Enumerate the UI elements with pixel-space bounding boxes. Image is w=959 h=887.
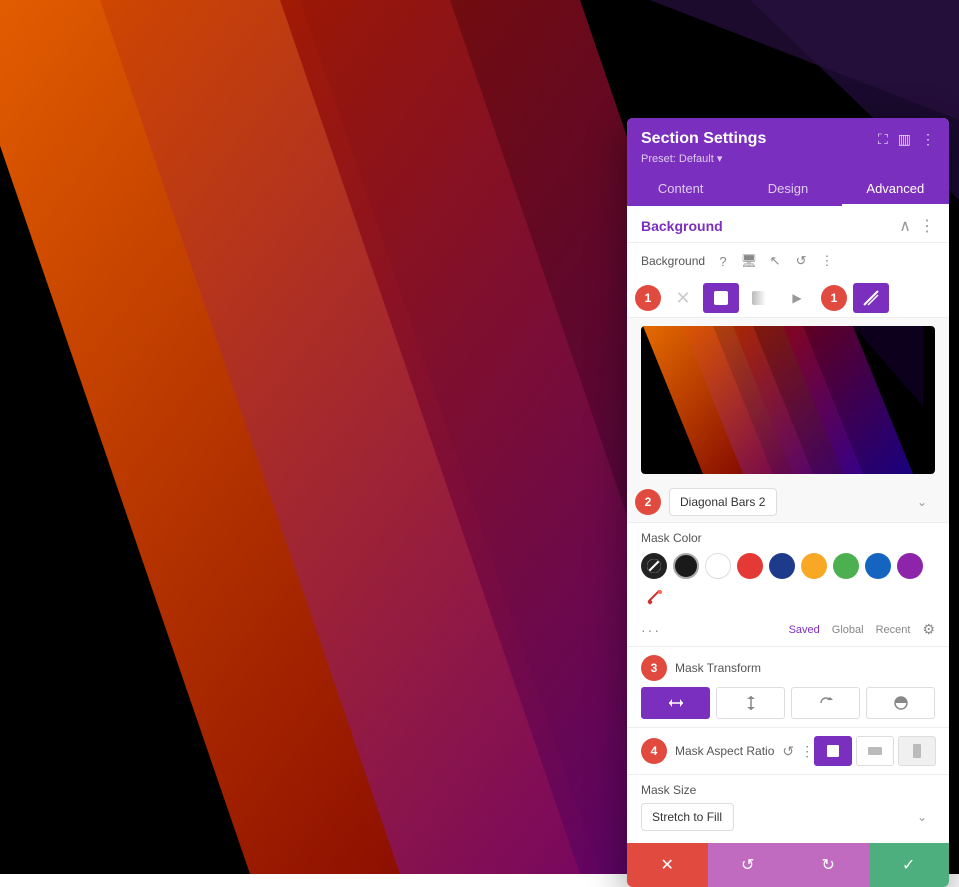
mask-aspect-label: Mask Aspect Ratio [675, 744, 774, 758]
type-video-btn[interactable]: ▶ [779, 283, 815, 313]
invert-btn[interactable] [866, 687, 935, 719]
color-swatch-green[interactable] [833, 553, 859, 579]
background-row-label: Background [641, 254, 705, 268]
undo-icon: ↺ [741, 855, 754, 875]
color-swatch-none[interactable] [641, 553, 667, 579]
background-section-header: Background ∧ ⋮ [627, 206, 949, 243]
more-icon[interactable]: ⋮ [921, 131, 935, 148]
mask-transform-header: 3 Mask Transform [641, 655, 935, 681]
panel-header: Section Settings ⛶ ▥ ⋮ Preset: Default ▾ [627, 118, 949, 173]
aspect-buttons [814, 736, 936, 766]
mask-size-section: Mask Size Stretch to Fill Tile Fit [627, 774, 949, 843]
panel-body: Background ∧ ⋮ Background ? 🖥 ↖ ↺ ⋮ 1 [627, 206, 949, 843]
tab-design[interactable]: Design [734, 173, 841, 206]
step3-badge: 3 [641, 655, 667, 681]
step1-badge: 1 [635, 285, 661, 311]
color-swatch-darkblue[interactable] [769, 553, 795, 579]
color-swatch-blue[interactable] [865, 553, 891, 579]
reset-icon[interactable]: ↺ [791, 251, 811, 271]
preset-label[interactable]: Preset: Default ▾ [641, 152, 935, 165]
color-picker-btn[interactable] [641, 585, 667, 611]
step4-badge: 4 [641, 738, 667, 764]
aspect-reset-icon[interactable]: ↺ [782, 743, 794, 760]
mask-aspect-section: 4 Mask Aspect Ratio ↺ ⋮ [627, 727, 949, 774]
settings-panel: Section Settings ⛶ ▥ ⋮ Preset: Default ▾… [627, 118, 949, 887]
panel-footer: ✕ ↺ ↻ ✓ [627, 843, 949, 887]
mask-aspect-row: 4 Mask Aspect Ratio ↺ ⋮ [641, 736, 935, 766]
saved-tabs: ··· Saved Global Recent ⚙ [641, 617, 935, 638]
type-pattern-btn[interactable] [853, 283, 889, 313]
expand-icon[interactable]: ⛶ [878, 131, 888, 148]
transform-buttons [641, 687, 935, 719]
global-tab[interactable]: Global [832, 624, 864, 636]
pattern-select-wrapper: Diagonal Bars 1 Diagonal Bars 2 Diagonal… [669, 488, 935, 516]
tab-content[interactable]: Content [627, 173, 734, 206]
flip-v-btn[interactable] [716, 687, 785, 719]
aspect-square-btn[interactable] [814, 736, 852, 766]
color-swatch-purple[interactable] [897, 553, 923, 579]
type-gradient-btn[interactable] [741, 283, 777, 313]
help-icon[interactable]: ? [713, 251, 733, 271]
type-step-btn[interactable]: 1 [821, 285, 847, 311]
dots-icon[interactable]: ··· [641, 622, 661, 638]
redo-icon: ↻ [822, 855, 835, 875]
badge1-wrapper: 1 [627, 285, 663, 311]
color-settings-icon[interactable]: ⚙ [922, 621, 935, 638]
panel-header-icons: ⛶ ▥ ⋮ [878, 131, 935, 148]
aspect-portrait-btn[interactable] [898, 736, 936, 766]
flip-h-btn[interactable] [641, 687, 710, 719]
mask-size-select[interactable]: Stretch to Fill Tile Fit [641, 803, 734, 831]
saved-tab[interactable]: Saved [789, 624, 820, 636]
mask-color-section: Mask Color [627, 522, 949, 646]
type-color-btn[interactable] [703, 283, 739, 313]
rotate-btn[interactable] [791, 687, 860, 719]
mask-size-label: Mask Size [641, 783, 935, 797]
mask-color-label: Mask Color [641, 531, 935, 545]
background-section-title: Background [641, 218, 723, 234]
color-swatch-red[interactable] [737, 553, 763, 579]
undo-button[interactable]: ↺ [708, 843, 789, 887]
color-swatch-yellow[interactable] [801, 553, 827, 579]
type-selector-row: 1 ✕ ▶ 1 [627, 279, 949, 318]
section-header-controls: ∧ ⋮ [899, 216, 935, 236]
background-row-icons: ? 🖥 ↖ ↺ ⋮ [713, 251, 837, 271]
pattern-dropdown-row: 2 Diagonal Bars 1 Diagonal Bars 2 Diagon… [627, 482, 949, 522]
bg-more-icon[interactable]: ⋮ [817, 251, 837, 271]
tab-advanced[interactable]: Advanced [842, 173, 949, 206]
background-row: Background ? 🖥 ↖ ↺ ⋮ [627, 243, 949, 279]
color-swatch-white[interactable] [705, 553, 731, 579]
recent-tab[interactable]: Recent [876, 624, 911, 636]
color-swatch-black[interactable] [673, 553, 699, 579]
color-swatches [641, 553, 935, 611]
aspect-landscape-btn[interactable] [856, 736, 894, 766]
type-none-btn[interactable]: ✕ [665, 283, 701, 313]
aspect-more-icon[interactable]: ⋮ [800, 743, 814, 760]
mask-size-select-wrapper: Stretch to Fill Tile Fit [641, 803, 935, 831]
cancel-icon: ✕ [661, 855, 674, 875]
section-more-icon[interactable]: ⋮ [919, 216, 935, 236]
panel-title: Section Settings [641, 130, 766, 148]
step2-badge: 2 [635, 489, 661, 515]
collapse-icon[interactable]: ∧ [899, 216, 911, 236]
save-icon: ✓ [902, 855, 915, 875]
desktop-icon[interactable]: 🖥 [739, 251, 759, 271]
panel-tabs: Content Design Advanced [627, 173, 949, 206]
mask-transform-label: Mask Transform [675, 661, 761, 675]
pattern-preview [641, 326, 935, 474]
pattern-select[interactable]: Diagonal Bars 1 Diagonal Bars 2 Diagonal… [669, 488, 777, 516]
redo-button[interactable]: ↻ [788, 843, 869, 887]
columns-icon[interactable]: ▥ [898, 131, 911, 148]
cursor-icon[interactable]: ↖ [765, 251, 785, 271]
mask-transform-section: 3 Mask Transform [627, 646, 949, 727]
save-button[interactable]: ✓ [869, 843, 950, 887]
cancel-button[interactable]: ✕ [627, 843, 708, 887]
